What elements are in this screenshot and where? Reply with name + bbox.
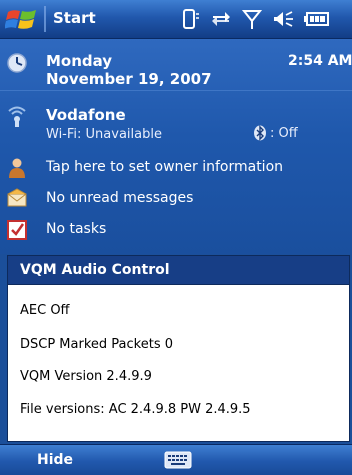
clock-icon (7, 53, 27, 73)
title-separator (44, 6, 46, 32)
date-row[interactable]: Monday November 19, 2007 2:54 AM (0, 39, 352, 89)
windows-flag-icon[interactable] (5, 6, 39, 34)
wireless-icon (8, 106, 26, 127)
signal-icon[interactable] (242, 8, 262, 30)
tasks-row[interactable]: No tasks (0, 215, 352, 245)
date-full: November 19, 2007 (46, 70, 212, 88)
date-day: Monday (46, 52, 113, 70)
wifi-status: Wi-Fi: Unavailable (46, 127, 162, 142)
volume-icon[interactable] (272, 8, 294, 30)
owner-person-icon (9, 158, 25, 178)
today-screen: Monday November 19, 2007 2:54 AM Vodafon… (0, 39, 352, 254)
messages-text: No unread messages (46, 190, 194, 206)
messages-row[interactable]: No unread messages (0, 184, 352, 214)
vqm-audio-control-dialog: VQM Audio Control AEC Off DSCP Marked Pa… (7, 255, 350, 442)
connectivity-row[interactable]: Vodafone Wi-Fi: Unavailable : Off (0, 94, 352, 152)
title-bar: Start (0, 0, 352, 39)
owner-info-text: Tap here to set owner information (46, 159, 284, 175)
carrier-name: Vodafone (46, 106, 126, 124)
divider (0, 90, 352, 91)
vqm-version: VQM Version 2.4.9.9 (20, 369, 152, 384)
aec-status: AEC Off (20, 303, 70, 318)
time-display[interactable]: 2:54 AM (288, 53, 352, 69)
owner-info-row[interactable]: Tap here to set owner information (0, 153, 352, 183)
start-label[interactable]: Start (53, 9, 96, 27)
bluetooth-icon (254, 125, 266, 141)
battery-icon[interactable] (304, 8, 330, 30)
hide-softkey[interactable]: Hide (37, 452, 73, 468)
envelope-icon (7, 188, 27, 207)
dialog-title: VQM Audio Control (8, 256, 349, 285)
phone-icon[interactable] (178, 8, 200, 30)
keyboard-icon[interactable] (164, 451, 192, 469)
tasks-text: No tasks (46, 221, 107, 237)
sync-icon[interactable] (210, 8, 232, 30)
tasks-checkbox-icon (7, 220, 27, 240)
bluetooth-status[interactable]: : Off (253, 125, 298, 141)
menu-bar: Hide (0, 444, 352, 475)
bluetooth-status-text: : Off (270, 125, 298, 141)
status-icons (178, 6, 352, 32)
dscp-marked-packets: DSCP Marked Packets 0 (20, 337, 173, 352)
file-versions: File versions: AC 2.4.9.8 PW 2.4.9.5 (20, 402, 251, 417)
